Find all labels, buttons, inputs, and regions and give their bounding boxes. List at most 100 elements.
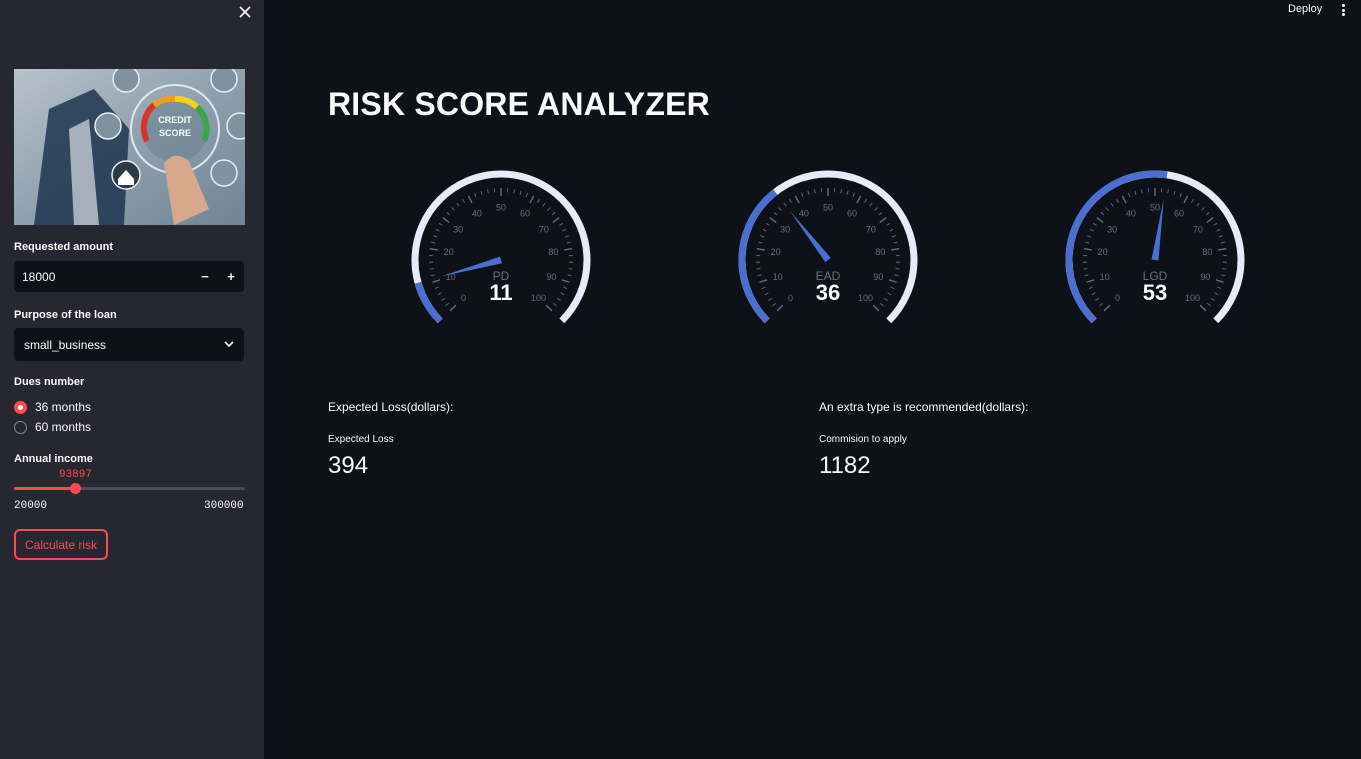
gauge-lgd-tick — [1096, 217, 1104, 223]
gauge-pd-tick — [552, 217, 560, 223]
gauge-pd-tick-label: 0 — [461, 293, 466, 303]
slider-thumb[interactable] — [69, 483, 81, 494]
gauge-pd-tick — [462, 198, 465, 203]
gauge-pd-tick — [435, 228, 440, 232]
gauge-ead-tick — [772, 302, 776, 307]
gauge-pd-tick — [437, 292, 442, 296]
gauge-pd-tick — [551, 212, 556, 216]
gauge-lgd-tick-label: 50 — [1150, 203, 1160, 213]
gauge-ead-tick — [789, 198, 792, 203]
gauge-pd-tick — [433, 235, 438, 238]
requested-amount-input[interactable]: 18000 − + — [14, 261, 244, 292]
gauge-ead-tick — [889, 228, 894, 232]
gauge-pd-tick-label: 80 — [548, 247, 558, 257]
gauge-lgd-tick — [1199, 304, 1207, 312]
sidebar: CREDIT SCORE Requested amount 18000 − + … — [0, 0, 264, 759]
gauge-lgd-tick — [1100, 212, 1105, 216]
gauge-pd-tick — [449, 304, 457, 312]
gauge-pd-tick — [432, 279, 441, 283]
gauge-pd: 0 10 20 30 40 50 60 70 80 90 100 PD 11 — [401, 160, 601, 340]
calculate-risk-button[interactable]: Calculate risk — [14, 529, 108, 560]
gauge-lgd-tick-label: 10 — [1100, 272, 1110, 282]
gauge-pd-tick-label: 20 — [444, 247, 454, 257]
gauge-lgd-tick — [1214, 292, 1219, 296]
radio-36-months-indicator[interactable] — [14, 400, 27, 414]
gauge-lgd-tick — [1103, 304, 1111, 312]
radio-60-months-label: 60 months — [35, 420, 92, 434]
requested-amount-value[interactable]: 18000 — [14, 270, 192, 284]
gauge-lgd-tick — [1191, 198, 1194, 203]
gauge-ead-tick — [759, 279, 768, 283]
gauge-lgd-tick — [1218, 248, 1227, 251]
gauge-ead-tick — [887, 292, 892, 296]
gauge-ead-tick — [880, 302, 884, 307]
gauge-lgd-tick — [1173, 190, 1176, 195]
menu-dot — [1341, 8, 1345, 12]
gauge-lgd-tick — [1083, 268, 1088, 270]
gauge-pd-tick — [480, 190, 483, 195]
gauge-ead-tick — [773, 212, 778, 216]
gauge-ead-tick — [778, 207, 782, 211]
gauge-pd-tick — [456, 202, 460, 207]
gauge-ead-tick — [814, 189, 816, 194]
gauge-pd-tick — [559, 222, 564, 226]
gauge-ead-tick — [776, 304, 784, 312]
gauge-ead-tick — [883, 297, 888, 301]
gauge-lgd-tick — [1086, 279, 1095, 283]
loan-purpose-select[interactable]: small_business — [14, 328, 244, 361]
gauge-ead-tick — [856, 195, 862, 204]
gauge-ead-tick — [765, 222, 770, 226]
gauge-ead-value: 36 — [816, 280, 840, 305]
loan-purpose-value: small_business — [24, 337, 107, 352]
gauge-lgd-tick-label: 70 — [1193, 224, 1203, 234]
gauge-lgd-tick — [1089, 228, 1094, 232]
radio-60-months-indicator[interactable] — [14, 420, 27, 434]
increment-button[interactable]: + — [218, 261, 244, 292]
gauge-lgd-tick — [1087, 235, 1092, 238]
gauge-ead-tick — [756, 268, 761, 270]
close-sidebar-button[interactable] — [236, 3, 254, 21]
gauge-ead-tick — [764, 292, 769, 296]
gauge-pd-tick — [442, 217, 450, 223]
annual-income-slider[interactable] — [14, 483, 245, 494]
gauge-ead-tick — [794, 195, 800, 204]
gauge-lgd-tick — [1222, 268, 1227, 270]
gauge-pd-value: 11 — [489, 280, 512, 305]
menu-dot — [1341, 13, 1345, 16]
gauge-ead-tick — [756, 248, 765, 251]
gauge-lgd-tick — [1121, 195, 1127, 204]
image-score-text: SCORE — [159, 128, 191, 138]
decrement-button[interactable]: − — [192, 261, 218, 292]
gauge-ead-tick — [894, 274, 899, 277]
gauge-pd-tick — [560, 292, 565, 296]
gauge-pd-tick-label: 100 — [531, 293, 546, 303]
main-menu-button[interactable] — [1337, 3, 1349, 17]
deploy-button[interactable]: Deploy — [1288, 3, 1322, 15]
radio-36-months-label: 36 months — [35, 400, 92, 414]
gauge-pd-bar — [414, 281, 443, 324]
gauge-pd-tick — [553, 302, 557, 307]
gauge-ead-tick-label: 100 — [858, 293, 873, 303]
gauge-lgd-tick — [1099, 302, 1103, 307]
gauge-ead-tick — [852, 192, 855, 197]
gauge-lgd-tick — [1218, 235, 1223, 238]
gauge-ead-tick — [872, 304, 880, 312]
slider-fill — [14, 487, 75, 490]
gauge-pd-tick — [561, 279, 570, 283]
credit-score-image: CREDIT SCORE — [14, 69, 245, 225]
gauge-ead-tick-label: 90 — [873, 272, 883, 282]
expected-loss-value: 394 — [328, 452, 369, 479]
gauge-lgd-tick — [1084, 274, 1089, 277]
gauge-ead-tick-label: 60 — [847, 208, 857, 218]
gauge-ead-tick — [760, 235, 765, 238]
dues-number-label: Dues number — [14, 376, 85, 388]
radio-60-months[interactable]: 60 months — [14, 420, 91, 434]
chevron-down-icon — [224, 341, 234, 348]
gauge-ead-tick — [879, 217, 887, 223]
gauge-lgd-tick — [1179, 192, 1182, 197]
gauge-lgd-tick — [1217, 286, 1222, 290]
gauge-pd-tick — [568, 268, 573, 270]
radio-36-months[interactable]: 36 months — [14, 400, 91, 414]
gauge-lgd-tick-label: 80 — [1202, 247, 1212, 257]
gauge-ead-tick — [893, 241, 898, 244]
